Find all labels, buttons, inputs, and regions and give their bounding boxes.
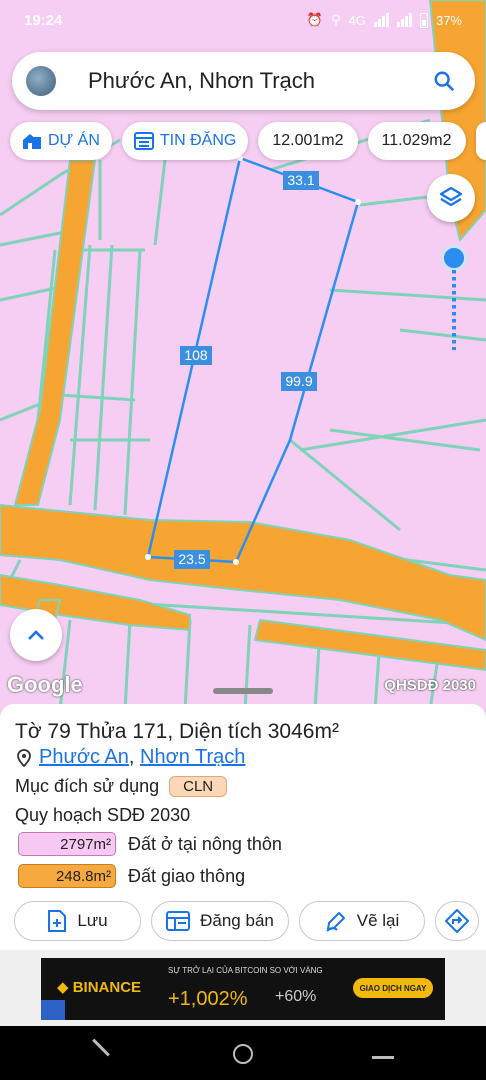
location-icon: ⚲ bbox=[331, 12, 341, 27]
search-icon[interactable] bbox=[433, 70, 455, 92]
chip-du-an[interactable]: DỰ ÁN bbox=[10, 122, 112, 160]
redraw-icon bbox=[326, 912, 345, 932]
legend-label: Đất giao thông bbox=[128, 865, 246, 886]
edge-label-right: 99.9 bbox=[285, 373, 312, 389]
edge-label-left: 108 bbox=[184, 347, 208, 363]
button-label: Vẽ lại bbox=[356, 911, 400, 930]
listing-icon bbox=[166, 911, 191, 931]
map-layer-label: QHSDĐ 2030 bbox=[384, 677, 476, 694]
edge-label-top: 33.1 bbox=[287, 172, 314, 188]
location-pin-icon bbox=[17, 748, 31, 767]
legend-swatch: 2797m² bbox=[18, 832, 116, 856]
recents-icon[interactable] bbox=[372, 1056, 394, 1059]
location-separator: , bbox=[128, 746, 135, 768]
filter-chips: DỰ ÁN TIN ĐĂNG 12.001m2 11.029m2 bbox=[10, 122, 486, 162]
alarm-icon: ⏰ bbox=[306, 12, 324, 27]
add-file-icon bbox=[48, 910, 67, 932]
layers-button[interactable] bbox=[427, 174, 475, 222]
ad-value-1: +1,002% bbox=[168, 988, 248, 1010]
purpose-badge: CLN bbox=[169, 776, 228, 797]
post-listing-button[interactable]: Đăng bán bbox=[151, 901, 289, 941]
ward-link[interactable]: Phước An bbox=[39, 746, 129, 768]
opacity-slider[interactable] bbox=[440, 244, 467, 354]
redraw-button[interactable]: Vẽ lại bbox=[299, 901, 425, 941]
plan-title: Quy hoạch SDĐ 2030 bbox=[15, 805, 191, 825]
ad-choices-icon[interactable] bbox=[41, 1000, 65, 1020]
signal-icon bbox=[373, 13, 389, 27]
network-type: 4G bbox=[348, 12, 366, 28]
edge-label-bottom: 23.5 bbox=[178, 551, 205, 567]
avatar[interactable] bbox=[26, 66, 56, 96]
action-buttons: Lưu Đăng bán Vẽ lại bbox=[14, 901, 479, 941]
slider-knob[interactable] bbox=[441, 245, 467, 271]
parcel-outline[interactable] bbox=[145, 155, 361, 565]
chip-label: 12.001m2 bbox=[272, 132, 344, 149]
parcel-info-sheet: Tờ 79 Thửa 171, Diện tích 3046m² Phước A… bbox=[0, 704, 486, 954]
list-icon bbox=[133, 132, 154, 150]
building-icon bbox=[23, 134, 41, 149]
land-purpose: Mục đích sử dụng CLN bbox=[15, 776, 228, 797]
ad-cta-button[interactable]: GIAO DỊCH NGAY bbox=[353, 978, 433, 998]
status-bar: 19:24 ⏰ ⚲ 4G 37% bbox=[0, 0, 486, 42]
chip-area-1[interactable]: 12.001m2 bbox=[258, 122, 358, 160]
layers-icon bbox=[439, 186, 463, 207]
legend-swatch: 248.8m² bbox=[18, 864, 116, 888]
search-location-text[interactable]: Phước An, Nhơn Trạch bbox=[88, 68, 315, 94]
district-link[interactable]: Nhơn Trạch bbox=[140, 746, 245, 768]
parcel-title: Tờ 79 Thửa 171, Diện tích 3046m² bbox=[15, 720, 339, 743]
battery-level: 37% bbox=[435, 12, 462, 28]
ad-value-2: +60% bbox=[275, 988, 317, 1005]
save-button[interactable]: Lưu bbox=[14, 901, 141, 941]
sheet-drag-handle[interactable] bbox=[213, 688, 273, 694]
chip-label: TIN ĐĂNG bbox=[159, 132, 237, 149]
chip-label: 11.029m2 bbox=[381, 132, 452, 149]
legend-label: Đất ở tại nông thôn bbox=[128, 833, 282, 854]
google-attribution: Google bbox=[7, 672, 83, 697]
battery-icon bbox=[419, 12, 428, 28]
purpose-label: Mục đích sử dụng bbox=[15, 776, 160, 796]
signal-icon-2 bbox=[396, 13, 412, 27]
chevron-up-icon bbox=[28, 630, 44, 640]
parcel-location: Phước An, Nhơn Trạch bbox=[17, 746, 245, 769]
home-icon[interactable] bbox=[233, 1044, 253, 1064]
button-label: Lưu bbox=[77, 911, 108, 930]
ad-banner[interactable]: ◆ BINANCE SỰ TRỞ LẠI CỦA BITCOIN SO VỚI … bbox=[41, 958, 445, 1020]
status-time: 19:24 bbox=[24, 12, 63, 29]
ad-brand: ◆ BINANCE bbox=[57, 979, 142, 996]
ad-headline: SỰ TRỞ LẠI CỦA BITCOIN SO VỚI VÀNG bbox=[168, 966, 323, 975]
chip-tin-dang[interactable]: TIN ĐĂNG bbox=[121, 122, 249, 160]
directions-icon bbox=[445, 909, 469, 933]
expand-up-button[interactable] bbox=[10, 609, 62, 661]
legend-item-road: 248.8m² Đất giao thông bbox=[18, 864, 245, 888]
chip-area-2[interactable]: 11.029m2 bbox=[367, 122, 466, 160]
chip-label: DỰ ÁN bbox=[48, 132, 100, 149]
system-nav-bar bbox=[0, 1026, 486, 1080]
slider-track[interactable] bbox=[452, 270, 456, 350]
directions-button[interactable] bbox=[435, 901, 479, 941]
legend-item-residential: 2797m² Đất ở tại nông thôn bbox=[18, 832, 282, 856]
back-icon[interactable] bbox=[92, 1038, 110, 1057]
chip-more[interactable] bbox=[475, 122, 486, 160]
search-bar[interactable]: Phước An, Nhơn Trạch bbox=[12, 52, 475, 110]
button-label: Đăng bán bbox=[200, 911, 274, 930]
